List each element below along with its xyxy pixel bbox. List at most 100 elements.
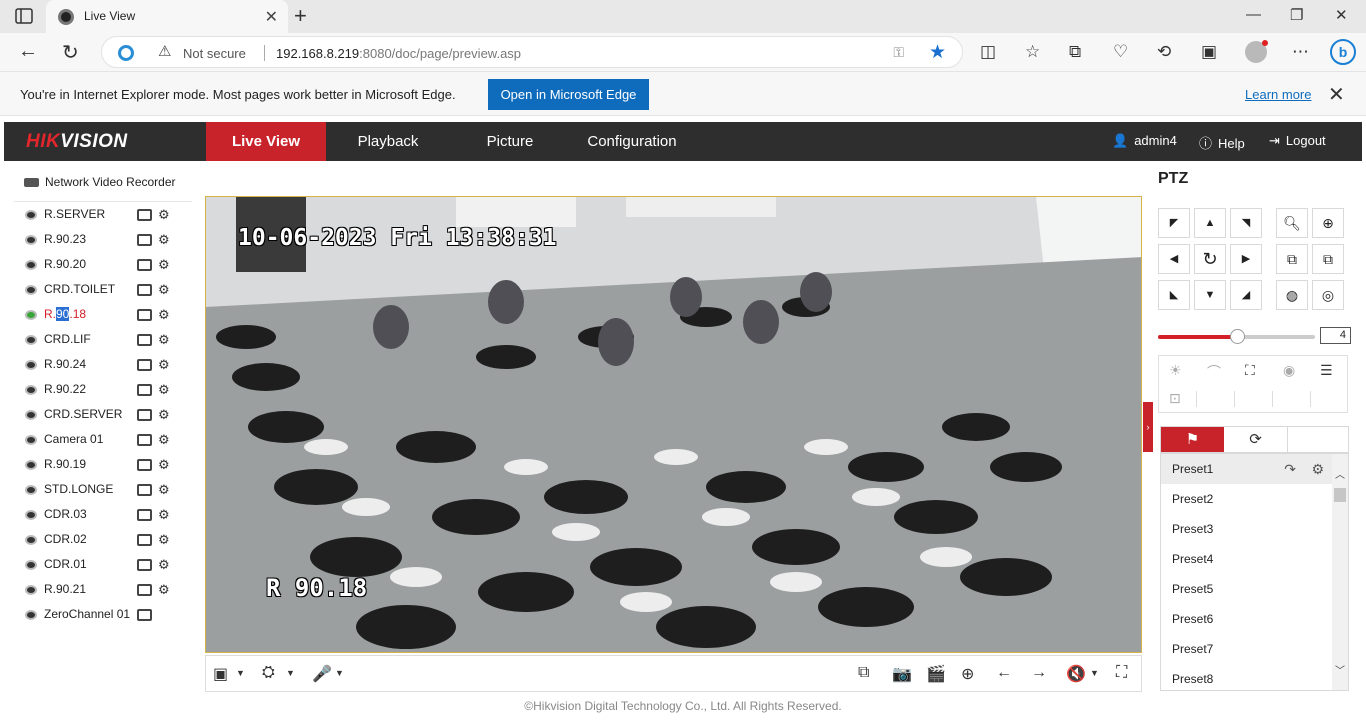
menu-icon[interactable]: ☰	[1320, 362, 1333, 379]
pattern-tab[interactable]	[1287, 427, 1350, 452]
ptz-speed-slider[interactable]	[1158, 329, 1315, 344]
previous-page-icon[interactable]: ←	[996, 664, 1012, 682]
camera-item[interactable]: CDR.03 ⚙	[14, 502, 192, 527]
ptz-control-icon[interactable]: ⚙	[158, 482, 170, 498]
restore-icon[interactable]: ❐	[1290, 6, 1303, 24]
nvr-root-node[interactable]: Network Video Recorder	[24, 175, 176, 189]
microphone-icon[interactable]: 🎤	[312, 664, 332, 684]
ptz-control-icon[interactable]: ⚙	[158, 232, 170, 248]
close-tab-icon[interactable]: ✕	[265, 7, 278, 27]
camera-item[interactable]: R.SERVER ⚙	[14, 202, 192, 227]
record-icon[interactable]	[137, 359, 152, 371]
tab-live-view[interactable]: Live View	[206, 122, 326, 161]
ptz-control-icon[interactable]: ⚙	[158, 257, 170, 273]
record-icon[interactable]	[137, 434, 152, 446]
record-icon[interactable]	[137, 459, 152, 471]
audio-mute-icon[interactable]: 🔇	[1066, 664, 1086, 684]
close-infobar-icon[interactable]: ✕	[1328, 82, 1345, 107]
ptz-control-icon[interactable]: ⚙	[158, 557, 170, 573]
help-link[interactable]: ⓘ Help	[1199, 133, 1245, 152]
bing-copilot-icon[interactable]: b	[1330, 39, 1356, 65]
iris-close-icon[interactable]: ◎	[1312, 280, 1344, 310]
chevron-up-icon[interactable]: ︿	[1335, 466, 1345, 481]
auxiliary-focus-icon[interactable]: ⛶	[1245, 362, 1255, 379]
camera-item-selected[interactable]: R.90.18 ⚙	[14, 302, 192, 327]
ptz-control-icon[interactable]: ⚙	[158, 307, 170, 323]
preset-item[interactable]: Preset8	[1161, 664, 1348, 690]
extension-icon[interactable]: ⟲	[1157, 42, 1171, 62]
preset-item[interactable]: Preset5	[1161, 574, 1348, 604]
camera-item[interactable]: R.90.20 ⚙	[14, 252, 192, 277]
record-icon[interactable]	[137, 509, 152, 521]
camera-item[interactable]: CDR.01 ⚙	[14, 552, 192, 577]
zoom-out-icon[interactable]: 🔍︎	[1276, 208, 1308, 238]
ptz-up-right-icon[interactable]: ◥	[1230, 208, 1262, 238]
record-icon[interactable]	[137, 534, 152, 546]
capture-camera-icon[interactable]: 📷	[892, 664, 912, 684]
preset-item[interactable]: Preset7	[1161, 634, 1348, 664]
record-icon[interactable]	[137, 284, 152, 296]
focus-far-icon[interactable]: ⧉	[1312, 244, 1344, 274]
stop-all-preview-icon[interactable]: ⧉	[858, 664, 869, 682]
collections-icon[interactable]: ⧉	[1069, 42, 1081, 62]
record-clip-icon[interactable]: 🎬	[926, 664, 946, 684]
minimize-icon[interactable]: —	[1246, 6, 1261, 23]
preset-item[interactable]: Preset6	[1161, 604, 1348, 634]
focus-near-icon[interactable]: ⧉	[1276, 244, 1308, 274]
learn-more-link[interactable]: Learn more	[1245, 87, 1311, 102]
close-window-icon[interactable]: ✕	[1335, 6, 1348, 24]
ptz-down-icon[interactable]: ▼	[1194, 280, 1226, 310]
favorites-icon[interactable]: ☆	[1025, 42, 1040, 62]
chevron-down-icon[interactable]: ▼	[335, 668, 344, 678]
ptz-control-icon[interactable]: ⚙	[158, 282, 170, 298]
ptz-right-icon[interactable]: ▶	[1230, 244, 1262, 274]
preset-tab-flag-icon[interactable]: ⚑	[1161, 427, 1224, 452]
call-preset-icon[interactable]: ↷	[1284, 454, 1296, 484]
preset-item[interactable]: Preset4	[1161, 544, 1348, 574]
ptz-up-left-icon[interactable]: ◤	[1158, 208, 1190, 238]
profile-avatar[interactable]	[1245, 40, 1268, 63]
record-icon[interactable]	[137, 234, 152, 246]
camera-item[interactable]: R.90.23 ⚙	[14, 227, 192, 252]
record-icon[interactable]	[137, 309, 152, 321]
camera-item[interactable]: R.90.19 ⚙	[14, 452, 192, 477]
open-in-edge-button[interactable]: Open in Microsoft Edge	[488, 79, 649, 110]
url-text[interactable]: 192.168.8.219:8080/doc/page/preview.asp	[276, 46, 521, 61]
record-icon[interactable]	[137, 334, 152, 346]
chevron-down-icon[interactable]: ﹀	[1335, 662, 1345, 677]
ie-mode-icon[interactable]	[118, 45, 134, 61]
key-icon[interactable]: ⚿	[893, 44, 904, 61]
digital-zoom-icon[interactable]: ⊕	[961, 664, 974, 684]
camera-item[interactable]: R.90.24 ⚙	[14, 352, 192, 377]
tab-picture[interactable]: Picture	[450, 122, 570, 161]
ptz-down-right-icon[interactable]: ◢	[1230, 280, 1262, 310]
record-icon[interactable]	[137, 384, 152, 396]
camera-item[interactable]: Camera 01 ⚙	[14, 427, 192, 452]
camera-item[interactable]: CRD.SERVER ⚙	[14, 402, 192, 427]
camera-item[interactable]: ZeroChannel 01	[14, 602, 192, 627]
preset-item[interactable]: Preset3	[1161, 514, 1348, 544]
fullscreen-icon[interactable]: ⛶	[1116, 664, 1127, 682]
chevron-down-icon[interactable]: ▼	[286, 668, 295, 678]
new-tab-icon[interactable]: +	[294, 3, 307, 29]
ptz-control-icon[interactable]: ⚙	[158, 332, 170, 348]
chevron-down-icon[interactable]: ▼	[236, 668, 245, 678]
ptz-control-icon[interactable]: ⚙	[158, 407, 170, 423]
ptz-left-icon[interactable]: ◀	[1158, 244, 1190, 274]
ptz-control-icon[interactable]: ⚙	[158, 457, 170, 473]
stream-type-icon[interactable]: ⛭	[262, 664, 275, 682]
set-preset-gear-icon[interactable]: ⚙	[1311, 454, 1324, 484]
patrol-tab-icon[interactable]: ⟳	[1224, 427, 1287, 452]
preset-scrollbar[interactable]: ︿ ﹀	[1332, 454, 1348, 690]
record-icon[interactable]	[137, 409, 152, 421]
tab-configuration[interactable]: Configuration	[570, 122, 694, 161]
refresh-icon[interactable]: ↻	[62, 40, 79, 65]
logout-link[interactable]: ⇥ Logout	[1269, 133, 1326, 149]
record-icon[interactable]	[137, 584, 152, 596]
browser-tab[interactable]: Live View ✕	[46, 0, 288, 33]
camera-item[interactable]: CRD.LIF ⚙	[14, 327, 192, 352]
record-icon[interactable]	[137, 209, 152, 221]
record-icon[interactable]	[137, 484, 152, 496]
browser-essentials-icon[interactable]: ♡	[1113, 42, 1128, 62]
tab-playback[interactable]: Playback	[326, 122, 450, 161]
